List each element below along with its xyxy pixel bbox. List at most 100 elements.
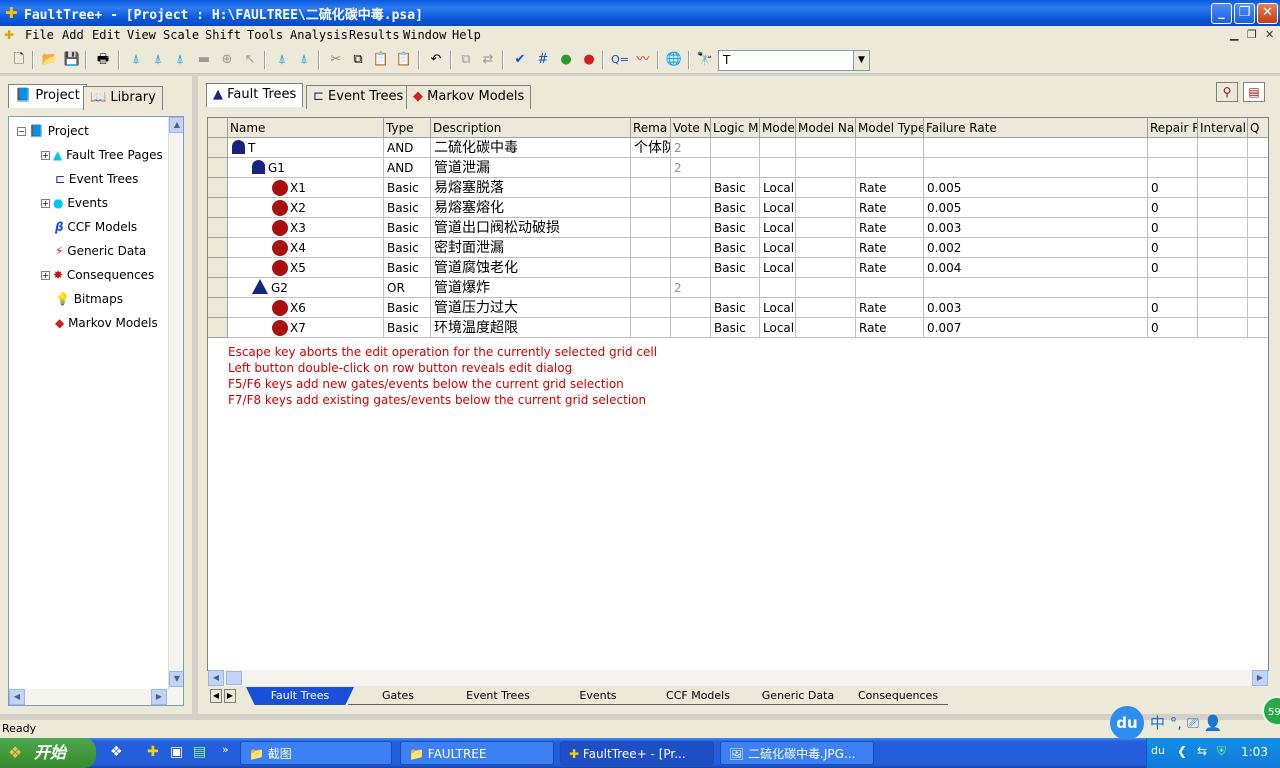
tree-item-fault-tree-pages[interactable]: + ▲ Fault Tree Pages xyxy=(41,143,183,167)
grid-cell-logic[interactable]: Basic xyxy=(711,238,760,258)
find-combo-value[interactable]: T xyxy=(723,53,730,67)
grid-cell-desc[interactable]: 二硫化碳中毒 xyxy=(431,138,631,158)
grid-cell-desc[interactable]: 密封面泄漏 xyxy=(431,238,631,258)
grid-cell-remark[interactable] xyxy=(631,278,671,298)
col-repair-rate[interactable]: Repair R xyxy=(1148,118,1198,138)
grid-cell-interval[interactable] xyxy=(1198,158,1248,178)
grid-cell-repair[interactable] xyxy=(1148,138,1198,158)
grid-cell-repair[interactable]: 0 xyxy=(1148,178,1198,198)
grid-cell-repair[interactable]: 0 xyxy=(1148,258,1198,278)
page-icon[interactable]: ⧉ xyxy=(456,50,476,70)
quicklaunch-icon[interactable]: ❖ xyxy=(110,744,123,760)
grid-cell-mtype[interactable]: Rate xyxy=(856,298,924,318)
grid-cell-name[interactable]: X6 xyxy=(228,298,384,318)
grid-cell-rate[interactable]: 0.005 xyxy=(924,178,1148,198)
swap-icon[interactable]: ⇄ xyxy=(478,50,498,70)
grid-cell-remark[interactable] xyxy=(631,298,671,318)
mdi-minimize-button[interactable]: ▁ xyxy=(1230,28,1238,41)
grid-cell-type[interactable]: AND xyxy=(384,138,431,158)
baidu-tray-icon[interactable]: du xyxy=(1151,744,1165,757)
link-icon[interactable]: ⍋ xyxy=(272,50,292,70)
grid-cell-logic[interactable]: Basic xyxy=(711,258,760,278)
row-button[interactable] xyxy=(208,298,228,318)
grid-cell-interval[interactable] xyxy=(1198,178,1248,198)
grid-cell-interval[interactable] xyxy=(1198,298,1248,318)
grid-cell-name[interactable]: X2 xyxy=(228,198,384,218)
col-q[interactable]: Q xyxy=(1248,118,1268,138)
grid-cell-type[interactable]: Basic xyxy=(384,258,431,278)
grid-cell-interval[interactable] xyxy=(1198,318,1248,338)
paste-special-icon[interactable]: 📋 xyxy=(394,50,414,70)
grid-cell-remark[interactable] xyxy=(631,198,671,218)
tab-event-trees[interactable]: ⊏ Event Trees xyxy=(306,85,411,109)
grid-cell-type[interactable]: Basic xyxy=(384,218,431,238)
mdi-restore-button[interactable]: ❐ xyxy=(1247,28,1257,41)
baidu-ime-icon[interactable]: du xyxy=(1110,706,1144,740)
grid-cell-desc[interactable]: 环境温度超限 xyxy=(431,318,631,338)
grid-cell-name[interactable]: X5 xyxy=(228,258,384,278)
doc-icon[interactable]: ✚ xyxy=(4,28,14,42)
row-button[interactable] xyxy=(208,198,228,218)
grid-cell-logic[interactable]: Basic xyxy=(711,198,760,218)
tab-markov-models[interactable]: ◆ Markov Models xyxy=(406,85,532,109)
quicklaunch-icon[interactable]: ▤ xyxy=(193,744,206,760)
col-description[interactable]: Description xyxy=(431,118,631,138)
row-button[interactable] xyxy=(208,258,228,278)
grid-cell-mode[interactable]: Local xyxy=(760,178,796,198)
grid-cell-mode[interactable]: Local xyxy=(760,238,796,258)
menu-add[interactable]: Add xyxy=(62,28,84,42)
clock[interactable]: 1:03 xyxy=(1241,745,1268,759)
quicklaunch-icon[interactable]: ✚ xyxy=(147,744,159,760)
title-bar[interactable]: ✚ FaultTree+ - [Project : H:\FAULTREE\二硫… xyxy=(0,0,1280,26)
sheet-tab-ccf-models[interactable]: CCF Models xyxy=(648,687,748,705)
scroll-thumb[interactable] xyxy=(226,671,242,685)
grid-cell-q[interactable] xyxy=(1248,318,1268,338)
tab-project[interactable]: 📘 Project xyxy=(8,84,87,108)
scroll-left-button[interactable]: ◀ xyxy=(9,689,25,705)
tree-vertical-scrollbar[interactable]: ▲ ▼ xyxy=(168,117,183,689)
task-image-viewer[interactable]: 🖼 二硫化碳中毒.JPG... xyxy=(720,741,874,765)
grid-cell-q[interactable] xyxy=(1248,218,1268,238)
traffic-green-icon[interactable]: ● xyxy=(556,50,576,70)
menu-tools[interactable]: Tools xyxy=(247,28,283,42)
grid-cell-mode[interactable]: Local xyxy=(760,318,796,338)
grid-cell-vote[interactable] xyxy=(671,198,711,218)
grid-cell-repair[interactable] xyxy=(1148,278,1198,298)
grid-cell-mname[interactable] xyxy=(796,318,856,338)
col-logic[interactable]: Logic M xyxy=(711,118,760,138)
grid-cell-rate[interactable]: 0.004 xyxy=(924,258,1148,278)
grid-cell-rate[interactable]: 0.003 xyxy=(924,218,1148,238)
grid-cell-name[interactable]: G1 xyxy=(228,158,384,178)
grid-cell-mode[interactable] xyxy=(760,138,796,158)
tab-prev-button[interactable]: ◀ xyxy=(210,689,222,703)
grid-cell-q[interactable] xyxy=(1248,298,1268,318)
mdi-close-button[interactable]: ✕ xyxy=(1265,28,1274,41)
grid-cell-repair[interactable]: 0 xyxy=(1148,298,1198,318)
globe-icon[interactable]: 🌐 xyxy=(664,50,684,70)
grid-cell-mtype[interactable]: Rate xyxy=(856,198,924,218)
grid-cell-vote[interactable] xyxy=(671,218,711,238)
row-button[interactable] xyxy=(208,158,228,178)
grid-cell-desc[interactable]: 易熔塞脱落 xyxy=(431,178,631,198)
menu-file[interactable]: File xyxy=(25,28,54,42)
grid-cell-mode[interactable]: Local xyxy=(760,198,796,218)
grid-cell-mode[interactable]: Local xyxy=(760,218,796,238)
ime-user-icon[interactable]: 👤 xyxy=(1204,714,1223,732)
grid-cell-mtype[interactable]: Rate xyxy=(856,238,924,258)
grid-cell-mname[interactable] xyxy=(796,158,856,178)
grid-cell-rate[interactable]: 0.007 xyxy=(924,318,1148,338)
grid-cell-type[interactable]: Basic xyxy=(384,298,431,318)
tree-item-event-trees[interactable]: ⊏ Event Trees xyxy=(41,167,183,191)
grid-cell-repair[interactable]: 0 xyxy=(1148,198,1198,218)
collapse-icon[interactable]: − xyxy=(17,127,26,136)
tree-root[interactable]: − 📘 Project xyxy=(17,119,89,143)
grid-corner[interactable] xyxy=(208,118,228,138)
grid-cell-mode[interactable] xyxy=(760,158,796,178)
grid-cell-mtype[interactable] xyxy=(856,278,924,298)
grid-cell-vote[interactable] xyxy=(671,258,711,278)
grid-cell-interval[interactable] xyxy=(1198,258,1248,278)
menu-results[interactable]: Results xyxy=(349,28,400,42)
chart-icon[interactable]: 〰 xyxy=(633,50,653,70)
chevron-down-icon[interactable]: ▼ xyxy=(853,51,869,70)
grid-horizontal-scrollbar[interactable]: ◀ ▶ xyxy=(208,670,1268,686)
